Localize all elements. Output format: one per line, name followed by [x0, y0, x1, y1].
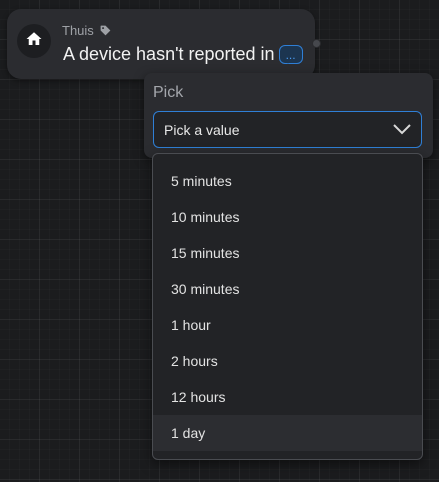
pick-popover: Pick Pick a value	[144, 73, 433, 158]
argument-pill[interactable]: ...	[278, 45, 303, 64]
option-label: 12 hours	[171, 389, 226, 405]
card-meta: Thuis	[62, 23, 112, 38]
group-label: Thuis	[62, 23, 94, 38]
option-label: 30 minutes	[171, 281, 240, 297]
option-15-minutes[interactable]: 15 minutes	[153, 235, 422, 271]
option-1-hour[interactable]: 1 hour	[153, 307, 422, 343]
option-label: 10 minutes	[171, 209, 240, 225]
option-30-minutes[interactable]: 30 minutes	[153, 271, 422, 307]
option-label: 15 minutes	[171, 245, 240, 261]
option-label: 1 day	[171, 425, 206, 441]
value-select-text: Pick a value	[164, 121, 240, 138]
card-sentence: A device hasn't reported in ...	[63, 44, 303, 65]
option-12-hours[interactable]: 12 hours	[153, 379, 422, 415]
tag-icon	[99, 24, 112, 37]
pick-label: Pick	[153, 84, 184, 101]
options-dropdown: 5 minutes 10 minutes 15 minutes 30 minut…	[152, 153, 423, 460]
card-title: A device hasn't reported in	[63, 44, 275, 64]
chevron-down-icon	[392, 122, 412, 136]
flow-card[interactable]: Thuis A device hasn't reported in ...	[7, 9, 315, 79]
value-select[interactable]: Pick a value	[153, 111, 422, 148]
option-label: 2 hours	[171, 353, 218, 369]
option-5-minutes[interactable]: 5 minutes	[153, 163, 422, 199]
zone-icon-badge	[17, 24, 51, 58]
connector-handle[interactable]	[312, 39, 321, 48]
option-1-day[interactable]: 1 day	[153, 415, 422, 451]
home-icon	[25, 30, 43, 53]
option-label: 1 hour	[171, 317, 211, 333]
option-10-minutes[interactable]: 10 minutes	[153, 199, 422, 235]
option-2-hours[interactable]: 2 hours	[153, 343, 422, 379]
option-label: 5 minutes	[171, 173, 232, 189]
